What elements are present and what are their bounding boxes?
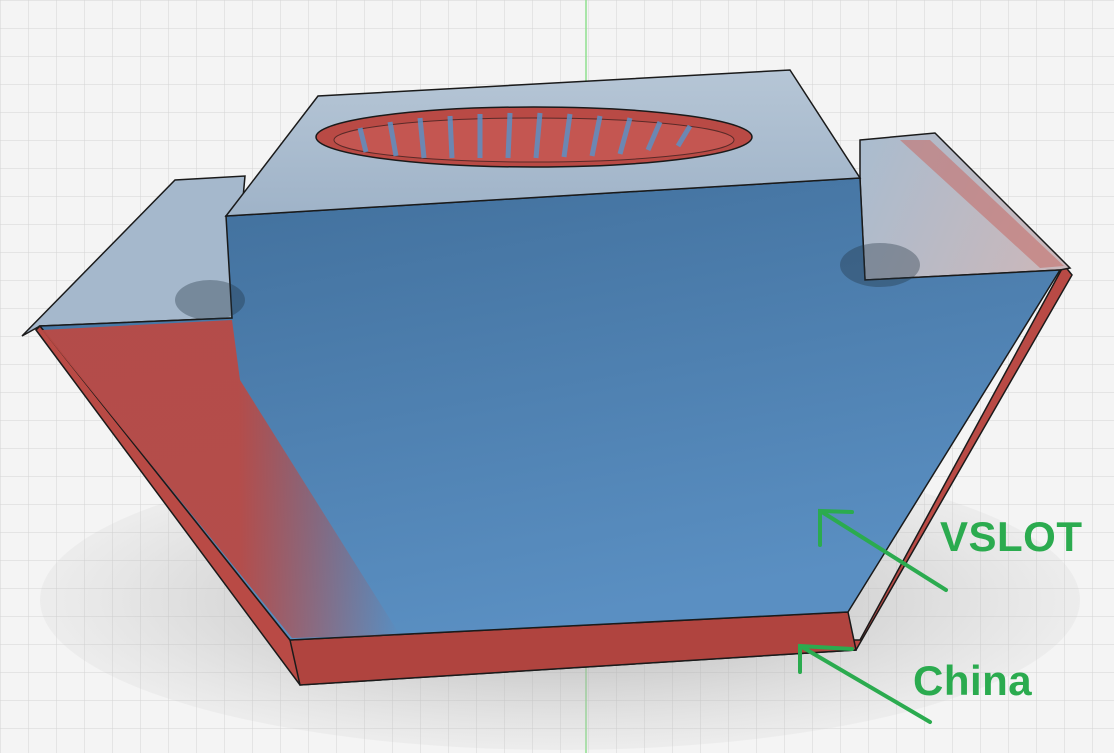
viewport-canvas[interactable] xyxy=(0,0,1114,753)
block-shadow-right xyxy=(840,243,920,287)
vslot-label: VSLOT xyxy=(940,513,1083,560)
3d-viewport[interactable]: VSLOT China xyxy=(0,0,1114,753)
china-label: China xyxy=(913,657,1033,704)
block-shadow-left xyxy=(175,280,245,320)
